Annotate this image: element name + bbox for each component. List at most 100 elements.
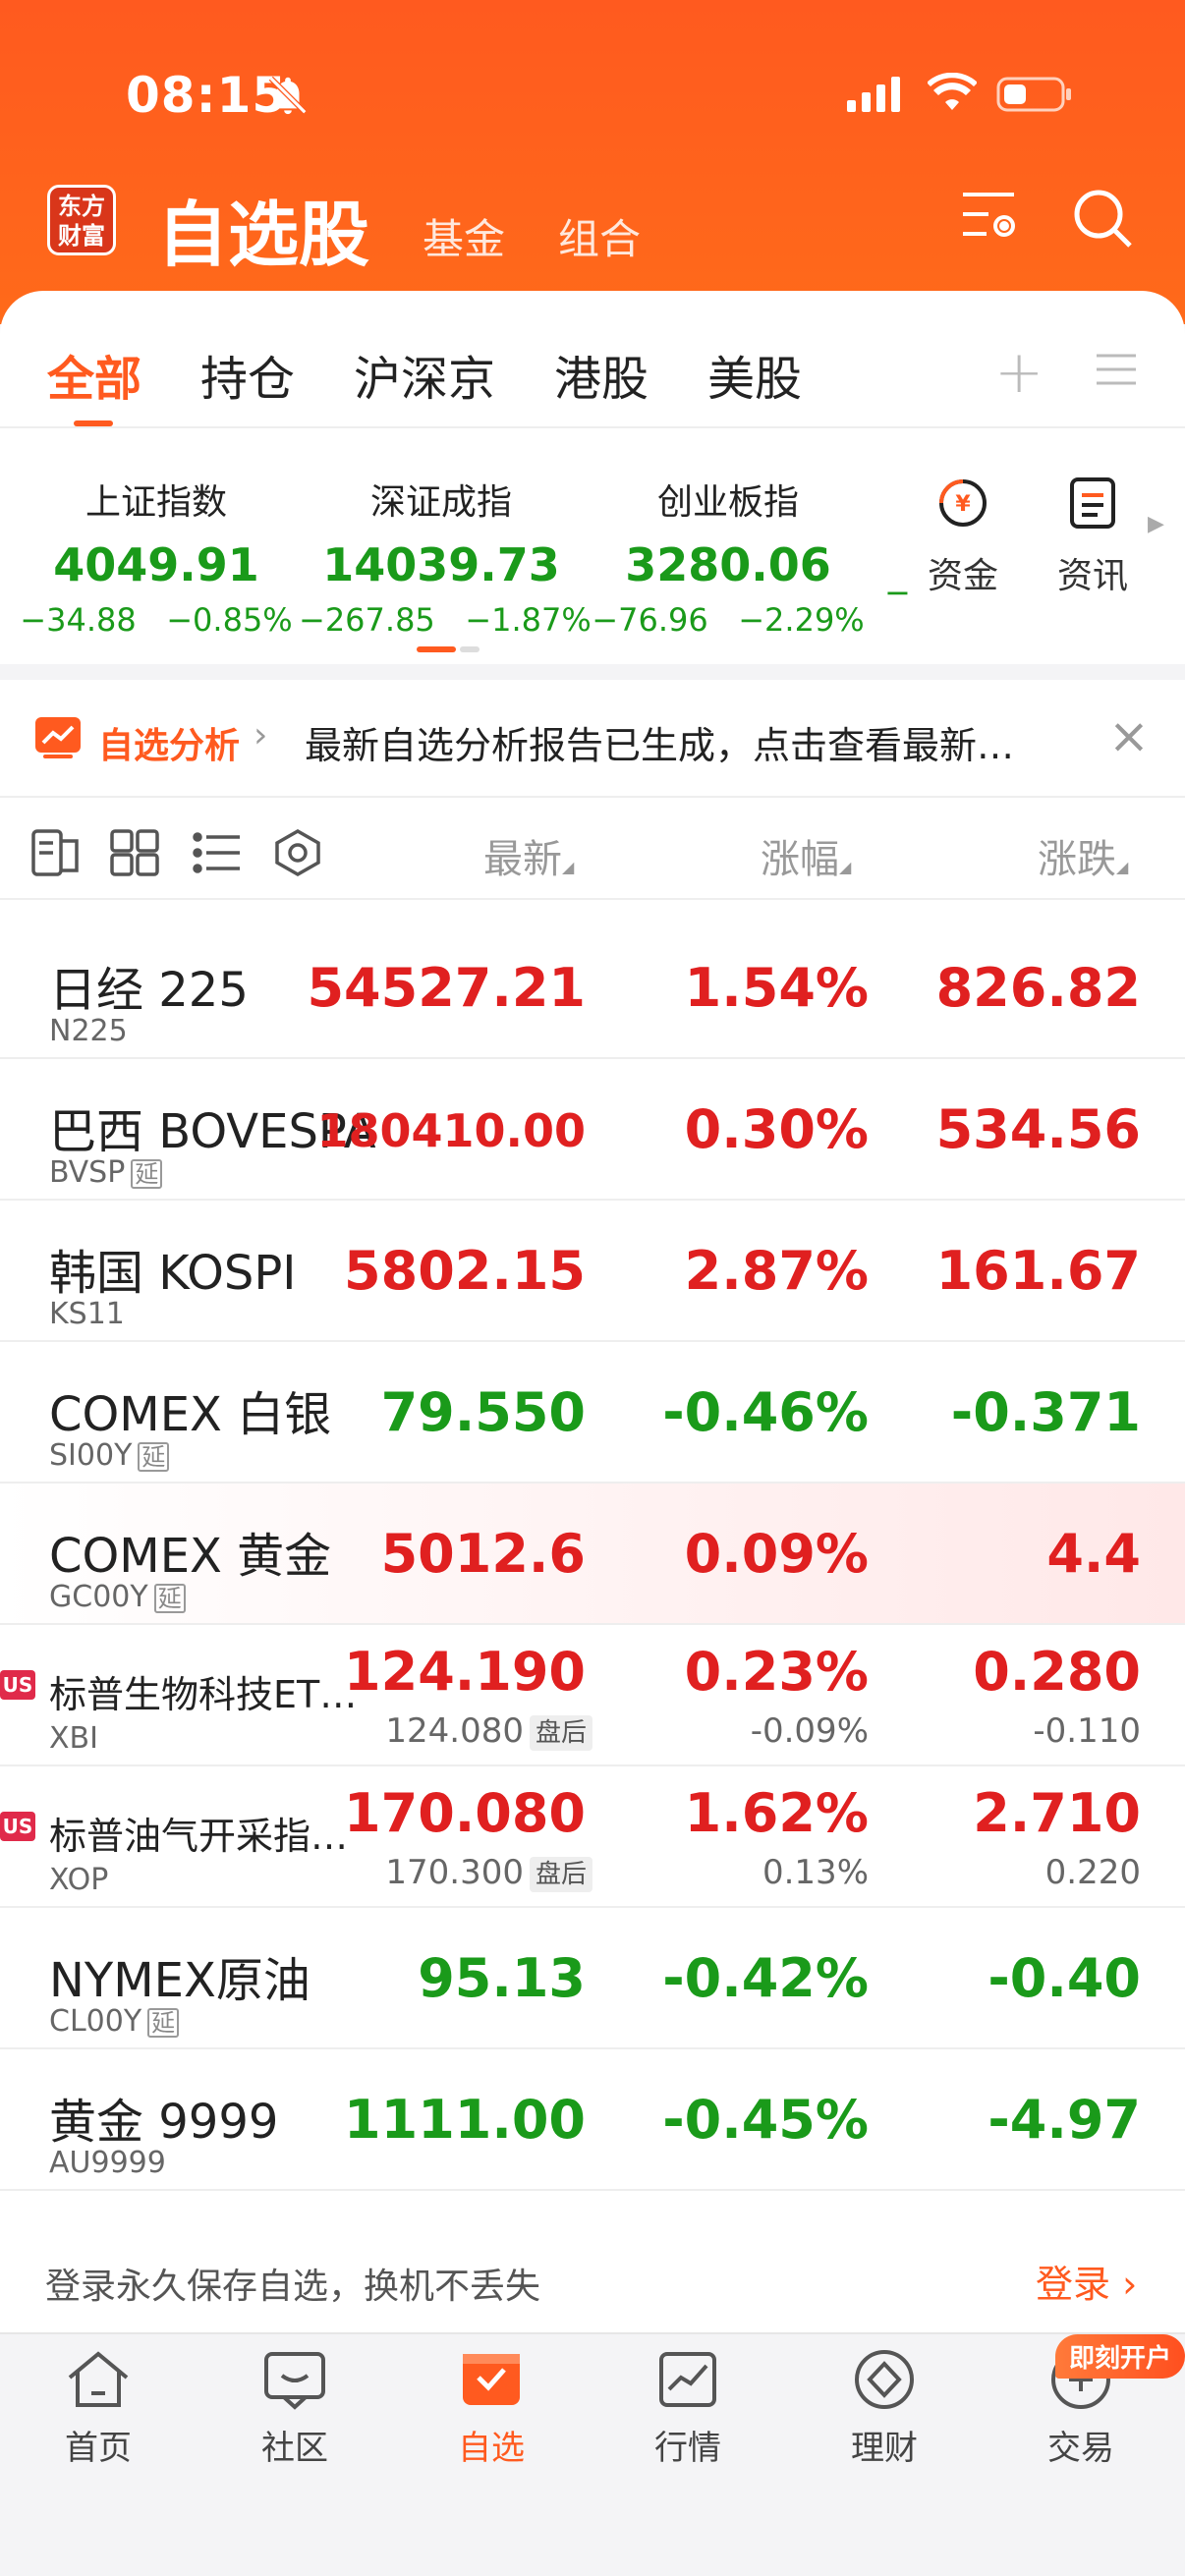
app-header: 08:15 东方 财富 自选股 基金 组合 [0,0,1185,324]
nav-label: 自选 [458,2429,525,2468]
after-hours-tag: 盘后 [529,1856,592,1892]
delayed-badge: 延 [138,1442,170,1472]
index-card-sh[interactable]: 上证指数 4049.91 −34.88 −0.85% [14,428,299,639]
code-text: XBI [49,1721,98,1756]
grid-view-icon[interactable] [110,829,159,880]
table-row[interactable]: 巴西 BOVESPA BVSP 延 180410.00 0.30% 534.56 [0,1059,1185,1201]
quick-link-funds[interactable]: ¥ 资金 [914,476,1012,598]
tab-all[interactable]: 全部 [47,340,141,409]
status-time: 08:15 [126,67,288,124]
search-icon[interactable] [1071,187,1134,253]
tab-us[interactable]: 美股 [707,340,802,409]
index-value: 4049.91 [53,538,259,591]
nav-community[interactable]: 社区 [236,2348,354,2469]
us-market-badge: US [0,1812,35,1841]
table-row[interactable]: 韩国 KOSPI KS11 5802.15 2.87% 161.67 [0,1201,1185,1342]
index-change-pct: −1.87% [465,601,592,639]
code-text: GC00Y [49,1580,148,1614]
table-row[interactable]: NYMEX原油 CL00Y 延 95.13 -0.42% -0.40 [0,1908,1185,2049]
banner-tag: 自选分析 [98,726,241,766]
quick-link-label: 资讯 [1056,556,1128,596]
code-text: N225 [49,1014,128,1048]
security-name: 标普油气开采指… [49,1815,349,1858]
code-text: CL00Y [49,2004,142,2039]
nav-label: 社区 [261,2429,328,2468]
add-icon[interactable]: + [994,338,1044,407]
table-row[interactable]: US 标普油气开采指… XOP 170.080 1.62% 2.710 170.… [0,1766,1185,1908]
open-account-badge[interactable]: 即刻开户 [1055,2334,1185,2379]
login-button[interactable]: 登录 › [1036,2254,1137,2308]
pct-value: -0.42% [662,1947,869,2009]
quick-link-label: 资金 [927,556,998,596]
banner-text: 最新自选分析报告已生成，点击查看最新… [305,724,1015,767]
security-code: CL00Y 延 [49,2004,180,2039]
table-row[interactable]: COMEX 白银 SI00Y 延 79.550 -0.46% -0.371 [0,1342,1185,1484]
settings-list-icon[interactable] [959,187,1022,250]
table-row[interactable]: US 标普生物科技ET… XBI 124.190 0.23% 0.280 124… [0,1625,1185,1766]
security-name: 日经 225 [49,963,249,1018]
tab-hs-bj[interactable]: 沪深京 [354,340,495,409]
nav-wealth[interactable]: 理财 [825,2348,943,2469]
after-hours-chg: -0.110 [1033,1711,1141,1751]
close-icon[interactable]: × [1108,707,1150,764]
category-tabs: 全部 持仓 沪深京 港股 美股 + [0,291,1185,428]
price-value: 180410.00 [316,1104,586,1157]
nav-home[interactable]: 首页 [39,2348,157,2469]
menu-icon[interactable] [1097,352,1136,391]
security-name: 韩国 KOSPI [49,1246,297,1301]
code-text: KS11 [49,1297,125,1331]
tab-holdings[interactable]: 持仓 [200,340,295,409]
pct-value: 0.30% [684,1098,869,1160]
nav-market[interactable]: 行情 [629,2348,747,2469]
logo-text-top: 东方 [58,193,105,220]
tab-hk[interactable]: 港股 [554,340,649,409]
list-view-icon[interactable] [193,829,242,880]
index-change: −76.96 −2.29% [586,601,871,639]
column-header-chg[interactable]: 涨跌◢ [1038,827,1128,884]
chg-value: -0.40 [988,1947,1141,2009]
chg-value: 826.82 [935,957,1141,1019]
table-row[interactable]: 黄金 9999 AU9999 1111.00 -0.45% -4.97 [0,2049,1185,2191]
tab-fund[interactable]: 基金 [423,206,505,266]
nav-watchlist[interactable]: 自选 [432,2348,550,2469]
funds-icon: ¥ [939,479,987,527]
index-name: 深证成指 [369,482,512,523]
price-value: 54527.21 [307,957,586,1019]
settings-hex-icon[interactable] [273,828,322,880]
chg-value: 534.56 [935,1098,1141,1160]
price-value: 5802.15 [344,1240,586,1302]
security-code: N225 [49,1014,128,1048]
after-hours-pct: -0.09% [750,1711,869,1751]
list-toolbar: 最新◢ 涨幅◢ 涨跌◢ [0,798,1185,900]
index-change-abs: −76.96 [592,601,708,639]
nav-label: 交易 [1047,2429,1114,2468]
us-market-badge: US [0,1670,35,1700]
index-change: −34.88 −0.85% [14,601,299,639]
price-value: 5012.6 [380,1523,586,1585]
market-chart-icon [659,2352,716,2407]
layout-card-icon[interactable] [31,829,81,880]
column-header-price[interactable]: 最新◢ [483,827,574,884]
index-card-sz[interactable]: 深证成指 14039.73 −267.85 −1.87% [299,428,592,639]
after-hours-tag: 盘后 [529,1714,592,1751]
after-hours-price: 124.080 盘后 [385,1711,592,1751]
wealth-diamond-icon [855,2350,914,2409]
table-row[interactable]: 日经 225 N225 54527.21 1.54% 826.82 [0,918,1185,1059]
column-header-pct[interactable]: 涨幅◢ [761,827,851,884]
quick-link-news[interactable]: 资讯 [1044,476,1142,598]
index-card-cyb[interactable]: 创业板指 3280.06 −76.96 −2.29% [586,428,871,639]
security-code: AU9999 [49,2146,166,2180]
tab-portfolio[interactable]: 组合 [558,206,641,266]
column-header-label: 涨幅 [761,837,839,882]
login-prompt-text: 登录永久保存自选，换机不丢失 [45,2267,541,2307]
price-value: 95.13 [418,1947,586,2009]
scroll-right-icon[interactable]: ▶ [1148,512,1164,536]
login-prompt-bar: 登录永久保存自选，换机不丢失 登录 › [0,2222,1185,2332]
table-row[interactable]: COMEX 黄金 GC00Y 延 5012.6 0.09% 4.4 [0,1484,1185,1625]
security-name: COMEX 白银 [49,1387,332,1442]
analysis-banner[interactable]: 自选分析 › 最新自选分析报告已生成，点击查看最新… × [0,680,1185,798]
list-bottom-spacer [0,2193,1185,2222]
delayed-badge: 延 [153,1584,186,1613]
nav-label: 理财 [851,2429,918,2468]
pct-value: 1.62% [684,1782,869,1844]
